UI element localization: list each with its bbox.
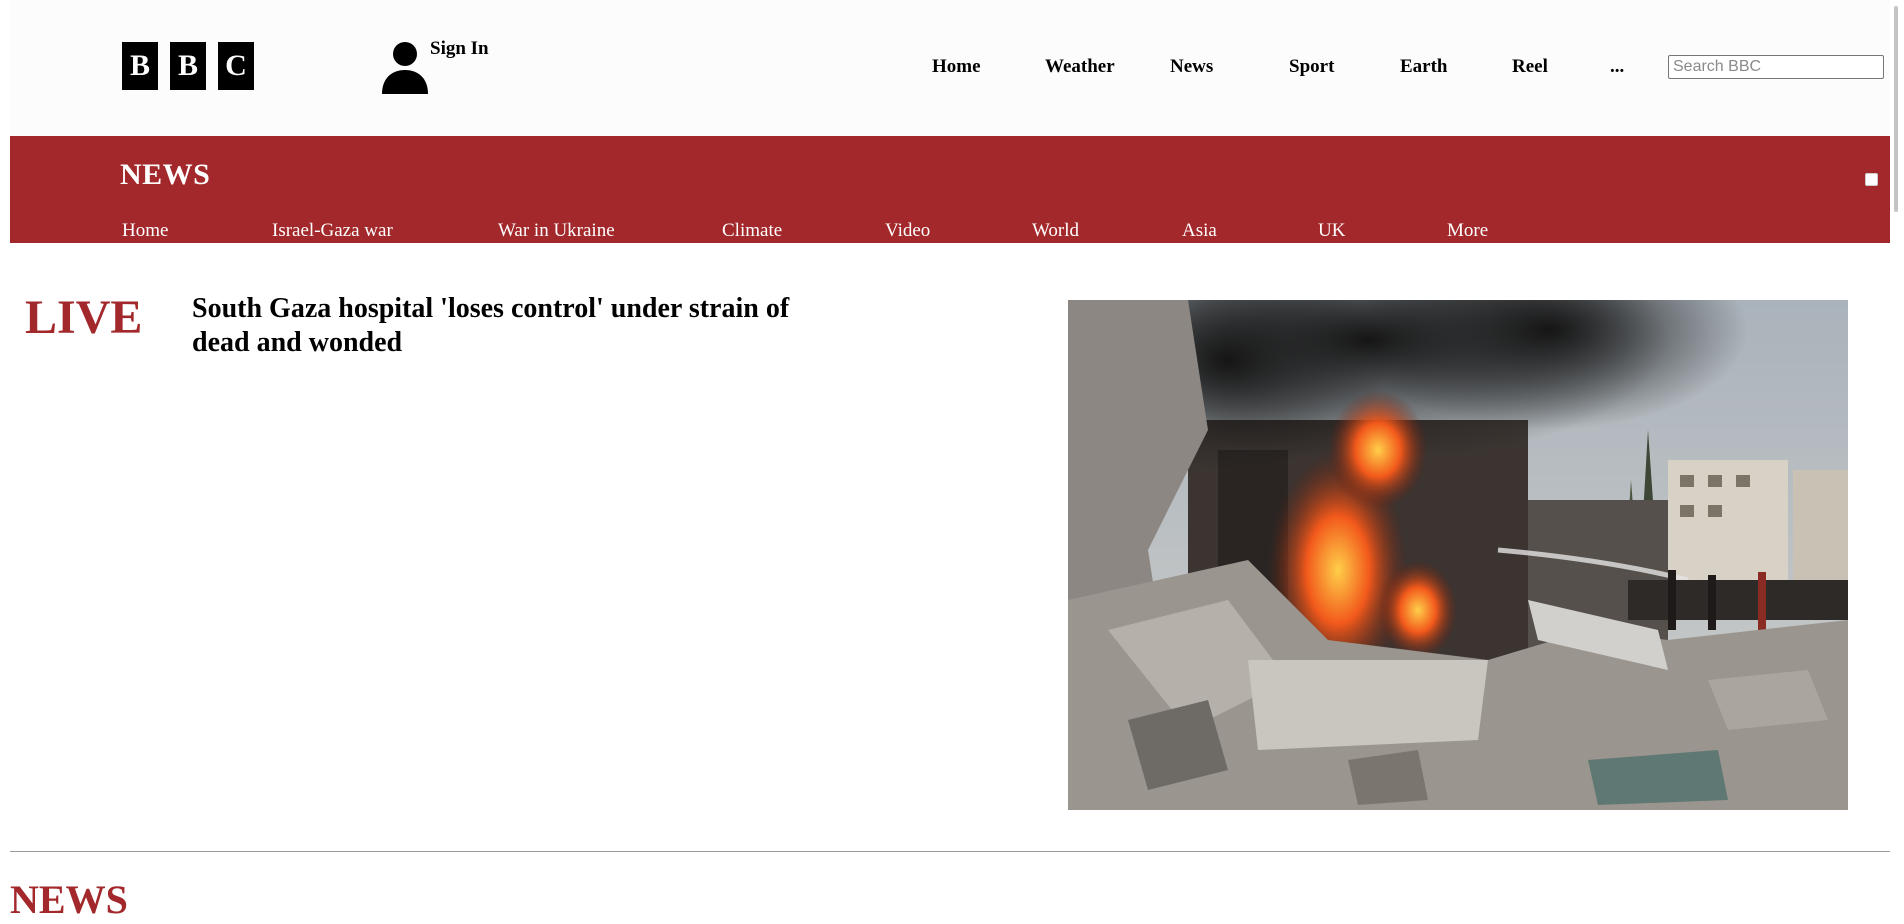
news-checkbox[interactable] — [1865, 173, 1878, 186]
top-header: B B C Sign In Home Weather News Sport Ea… — [10, 0, 1890, 136]
sign-in-link[interactable]: Sign In — [430, 38, 489, 60]
hero-image[interactable] — [1068, 300, 1848, 810]
news-nav-more[interactable]: More — [1447, 220, 1488, 242]
live-label: LIVE — [25, 291, 143, 344]
news-banner: NEWS Home Israel-Gaza war War in Ukraine… — [10, 136, 1890, 243]
top-nav-news[interactable]: News — [1170, 56, 1213, 78]
hero-image-graphic — [1068, 300, 1848, 810]
news-nav-israel-gaza-war[interactable]: Israel-Gaza war — [272, 220, 393, 242]
news-nav-climate[interactable]: Climate — [722, 220, 782, 242]
top-nav-earth[interactable]: Earth — [1400, 56, 1448, 78]
top-nav-more[interactable]: ... — [1610, 56, 1624, 78]
news-nav-world[interactable]: World — [1032, 220, 1079, 242]
top-nav-reel[interactable]: Reel — [1512, 56, 1548, 78]
news-nav-asia[interactable]: Asia — [1182, 220, 1217, 242]
logo-letter-c: C — [218, 42, 254, 90]
page: B B C Sign In Home Weather News Sport Ea… — [10, 0, 1890, 922]
news-section-title[interactable]: NEWS — [120, 158, 210, 192]
scrollbar[interactable] — [1890, 0, 1904, 909]
top-nav-home[interactable]: Home — [932, 56, 981, 78]
top-nav-weather[interactable]: Weather — [1045, 56, 1115, 78]
news-nav-war-in-ukraine[interactable]: War in Ukraine — [498, 220, 615, 242]
news-nav-video[interactable]: Video — [885, 220, 930, 242]
logo-letter-b1: B — [122, 42, 158, 90]
logo-letter-b2: B — [170, 42, 206, 90]
news-nav-uk[interactable]: UK — [1318, 220, 1345, 242]
news-nav-home[interactable]: Home — [122, 220, 168, 242]
scroll-thumb[interactable] — [1894, 6, 1898, 212]
top-nav-sport[interactable]: Sport — [1289, 56, 1334, 78]
section-divider — [10, 851, 1890, 852]
search-input[interactable] — [1668, 55, 1884, 79]
headline-link[interactable]: South Gaza hospital 'loses control' unde… — [192, 292, 832, 360]
news-heading: NEWS — [10, 877, 128, 922]
news-nav: Home Israel-Gaza war War in Ukraine Clim… — [10, 220, 1890, 242]
user-icon[interactable] — [380, 40, 430, 94]
bbc-logo[interactable]: B B C — [122, 42, 254, 90]
